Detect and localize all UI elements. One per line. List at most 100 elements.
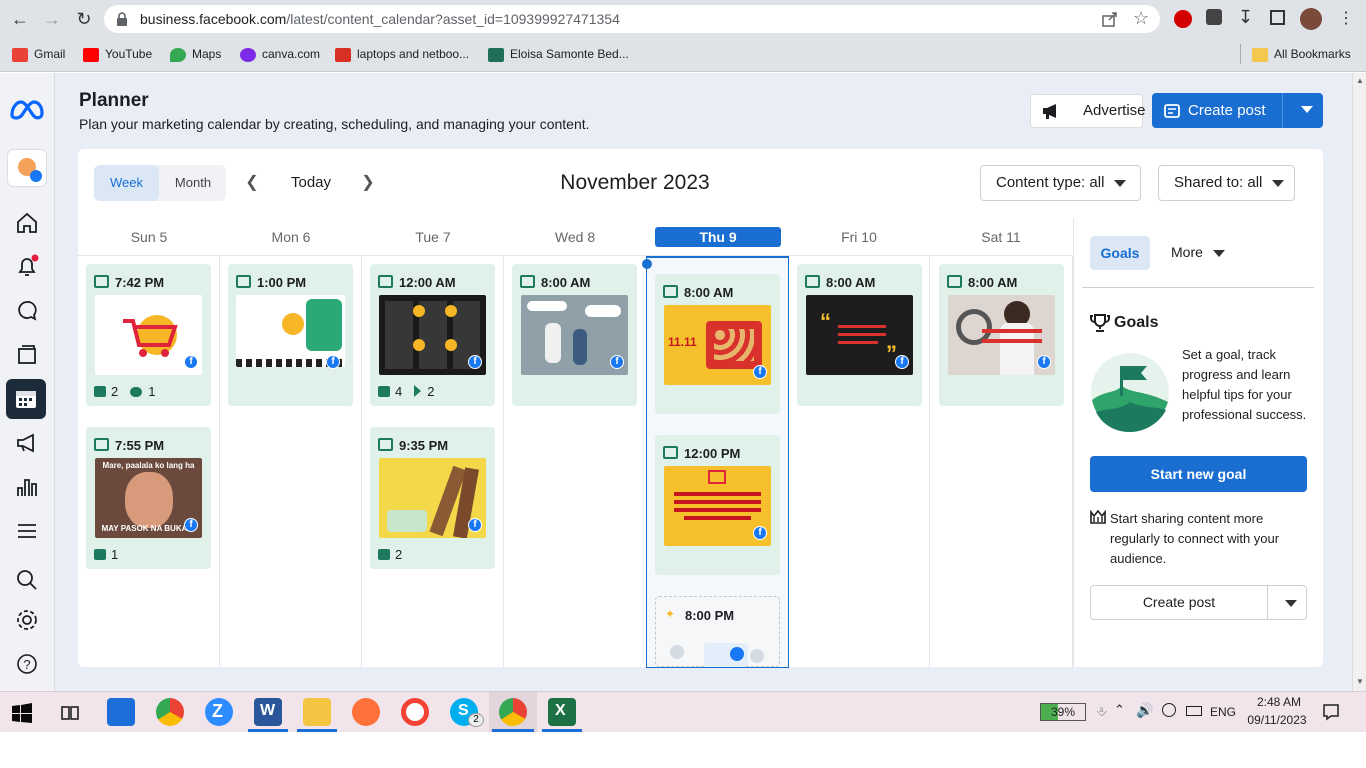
volume-icon[interactable]: 🔊	[1136, 702, 1153, 719]
action-center-icon[interactable]	[1322, 703, 1340, 721]
bookmark-star-icon[interactable]: ☆	[1133, 8, 1149, 29]
help-icon[interactable]: ?	[14, 651, 40, 677]
search-icon[interactable]	[14, 567, 40, 593]
shared-to-filter[interactable]: Shared to: all	[1158, 165, 1295, 201]
browser-menu-icon[interactable]: ⋮	[1338, 8, 1354, 28]
forward-arrow-icon[interactable]: →	[40, 8, 64, 30]
bookmark-label: Gmail	[34, 47, 66, 61]
wifi-icon[interactable]	[1162, 703, 1176, 717]
power-plug-icon[interactable]	[1186, 706, 1202, 716]
clock-time[interactable]: 2:48 AM	[1250, 695, 1308, 709]
page-scrollbar[interactable]: ▲ ▼	[1352, 73, 1366, 691]
side-panel-icon[interactable]	[1270, 10, 1285, 25]
post-card[interactable]: 9:35 PM f 2	[370, 427, 495, 569]
create-post-label: Create post	[1188, 102, 1266, 119]
all-bookmarks[interactable]: All Bookmarks	[1252, 45, 1351, 63]
facebook-badge-icon: f	[184, 518, 198, 532]
windows-start-icon[interactable]	[12, 703, 32, 723]
bookmark-gmail[interactable]: Gmail	[12, 45, 65, 63]
site-icon	[488, 47, 504, 62]
post-card[interactable]: 8:00 AM f	[939, 264, 1064, 406]
like-count: 1	[111, 547, 119, 562]
chrome-profile-app-icon[interactable]	[499, 698, 527, 726]
column-divider	[219, 256, 220, 667]
next-week-chevron-icon[interactable]: ❯	[358, 172, 378, 194]
home-icon[interactable]	[14, 210, 40, 236]
like-icon	[378, 549, 390, 560]
tab-more[interactable]: More	[1171, 244, 1225, 260]
bookmark-youtube[interactable]: YouTube	[83, 45, 152, 63]
planner-nav-active[interactable]	[6, 379, 46, 419]
opera-extension-icon[interactable]	[1174, 10, 1192, 28]
previous-week-chevron-icon[interactable]: ❮	[242, 172, 262, 194]
day-header-tue: Tue 7	[415, 229, 451, 245]
reload-icon[interactable]: ↻	[72, 8, 96, 30]
meta-logo-icon[interactable]	[9, 98, 45, 122]
like-count: 2	[111, 384, 119, 399]
bookmark-label: Maps	[192, 47, 222, 61]
bookmark-label: YouTube	[105, 47, 153, 61]
firefox-app-icon[interactable]	[352, 698, 380, 726]
divider	[1082, 287, 1314, 288]
week-view-button[interactable]: Week	[94, 165, 159, 201]
post-card[interactable]: 8:00 AM f	[512, 264, 637, 406]
bookmark-eloisa[interactable]: Eloisa Samonte Bed...	[488, 45, 629, 63]
back-arrow-icon[interactable]: ←	[8, 8, 32, 30]
profile-avatar[interactable]	[1300, 8, 1322, 30]
chrome-app-icon[interactable]	[156, 698, 184, 726]
chevron-up-icon[interactable]: ⌃	[1114, 702, 1125, 718]
svg-text:?: ?	[23, 657, 30, 672]
bookmark-label: canva.com	[262, 47, 321, 61]
notifications-bell-icon[interactable]	[14, 254, 40, 280]
page-avatar[interactable]	[7, 149, 47, 187]
month-view-button[interactable]: Month	[162, 165, 224, 201]
post-card[interactable]: 8:00 AM 11.11 f	[655, 274, 780, 414]
like-icon	[378, 386, 390, 397]
post-card[interactable]: 7:55 PM Mare, paalala ko lang ha MAY PAS…	[86, 427, 211, 569]
create-post-dropdown[interactable]	[1283, 93, 1323, 128]
content-icon[interactable]	[14, 342, 40, 368]
bookmark-laptops[interactable]: laptops and netboo...	[335, 45, 469, 63]
start-new-goal-button[interactable]: Start new goal	[1090, 456, 1307, 492]
today-button[interactable]: Today	[286, 172, 336, 194]
post-time: 12:00 PM	[663, 446, 740, 461]
placeholder-illustration	[670, 641, 766, 667]
touch-keyboard-icon[interactable]: ⎀	[1096, 703, 1107, 720]
promo-text: 11.11	[668, 335, 697, 349]
share-page-icon[interactable]	[1102, 11, 1118, 27]
post-card[interactable]: 8:00 AM “ ” f	[797, 264, 922, 406]
post-card[interactable]: 12:00 PM f	[655, 435, 780, 575]
day-header-wed: Wed 8	[554, 229, 596, 245]
download-icon[interactable]: ↧	[1238, 7, 1253, 28]
insights-chart-icon[interactable]	[14, 474, 40, 500]
zoom-app-icon[interactable]: Z	[205, 698, 233, 726]
word-app-icon[interactable]: W	[254, 698, 282, 726]
mail-app-icon[interactable]	[107, 698, 135, 726]
all-tools-menu-icon[interactable]	[14, 518, 40, 544]
calendar-icon	[16, 391, 36, 408]
task-view-icon[interactable]	[60, 703, 80, 723]
file-explorer-icon[interactable]	[303, 698, 331, 726]
tab-goals[interactable]: Goals	[1090, 236, 1150, 270]
side-create-post-button[interactable]: Create post	[1090, 585, 1268, 620]
clock-date[interactable]: 09/11/2023	[1245, 713, 1309, 727]
settings-gear-icon[interactable]	[14, 607, 40, 633]
content-type-filter[interactable]: Content type: all	[980, 165, 1141, 201]
bookmark-maps[interactable]: Maps	[170, 45, 221, 63]
battery-indicator[interactable]: 39%	[1040, 703, 1086, 721]
side-create-post-dropdown[interactable]	[1268, 585, 1307, 620]
extensions-puzzle-icon[interactable]	[1206, 9, 1222, 25]
bookmark-canva[interactable]: canva.com	[240, 45, 320, 63]
address-bar[interactable]: business.facebook.com/latest/content_cal…	[104, 5, 1160, 33]
opera-app-icon[interactable]	[401, 698, 429, 726]
ads-megaphone-icon[interactable]	[14, 430, 40, 456]
language-indicator[interactable]: ENG	[1210, 705, 1236, 719]
post-card[interactable]: 1:00 PM f	[228, 264, 353, 406]
post-card[interactable]: 12:00 AM f 42	[370, 264, 495, 406]
scheduled-post-card[interactable]: ✦ 8:00 PM	[655, 596, 780, 667]
excel-app-icon[interactable]: X	[548, 698, 576, 726]
inbox-chat-icon[interactable]	[14, 298, 40, 324]
meme-top-text: Mare, paalala ko lang ha	[102, 461, 195, 470]
tab-more-label: More	[1171, 244, 1203, 260]
post-card[interactable]: 7:42 PM f 21	[86, 264, 211, 406]
